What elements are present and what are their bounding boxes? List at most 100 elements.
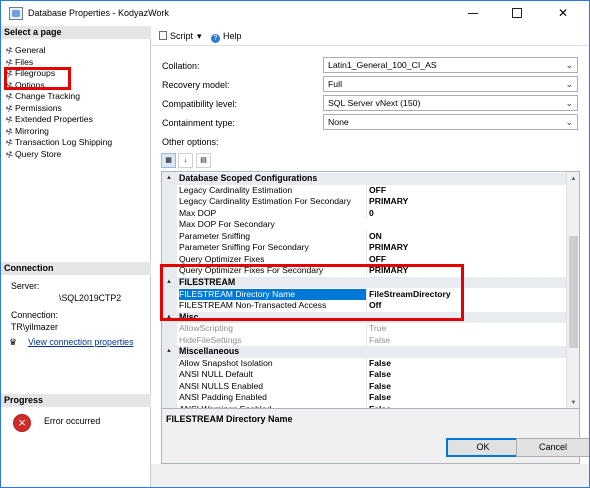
property-name: HideFileSettings xyxy=(179,334,242,345)
minimize-icon xyxy=(468,13,478,14)
property-pages-button[interactable]: ▤ xyxy=(196,153,211,168)
category-row[interactable]: ▲ Database Scoped Configurations xyxy=(162,173,567,185)
compatibility-level-select[interactable]: SQL Server vNext (150) ⌄ xyxy=(323,95,578,111)
page-item[interactable]: ⚒General xyxy=(4,44,46,57)
property-value[interactable]: 0 xyxy=(366,207,567,219)
property-row[interactable]: ANSI NULLS Enabled False xyxy=(162,380,567,393)
property-row[interactable]: Parameter Sniffing For Secondary PRIMARY xyxy=(162,242,567,254)
collapse-icon[interactable]: ▲ xyxy=(166,313,174,322)
page-item[interactable]: ⚒Change Tracking xyxy=(4,90,80,103)
category-row[interactable]: ▲ Misc xyxy=(162,311,567,324)
recovery-model-select[interactable]: Full ⌄ xyxy=(323,76,578,92)
category-row[interactable]: ▲ Miscellaneous xyxy=(162,346,567,358)
server-value: \SQL2019CTP2 xyxy=(59,293,122,303)
select-page-header: Select a page xyxy=(1,26,151,39)
script-dropdown-arrow[interactable]: ▾ xyxy=(197,30,202,42)
property-row[interactable]: Legacy Cardinality Estimation OFF xyxy=(162,184,567,197)
property-row[interactable]: ANSI Padding Enabled False xyxy=(162,392,567,404)
page-item-label: Transaction Log Shipping xyxy=(15,137,113,148)
property-name: Legacy Cardinality Estimation For Second… xyxy=(179,196,351,207)
property-value[interactable]: False xyxy=(366,380,567,392)
alphabetical-sort-button[interactable]: ↓ xyxy=(178,153,193,168)
property-row[interactable]: Allow Snapshot Isolation False xyxy=(162,357,567,370)
property-name: ANSI NULLS Enabled xyxy=(179,380,264,391)
scroll-up-icon[interactable]: ▲ xyxy=(569,175,578,183)
property-row[interactable]: HideFileSettings False xyxy=(162,334,567,347)
page-selector-pane: Select a page ⚒General ⚒Files ⚒Filegroups ⚒… xyxy=(1,26,151,487)
page-item-label: Query Store xyxy=(15,148,62,159)
chevron-down-icon: ⌄ xyxy=(565,117,573,127)
property-row[interactable]: Query Optimizer Fixes OFF xyxy=(162,253,567,266)
property-row[interactable]: ANSI NULL Default False xyxy=(162,369,567,381)
scrollbar-thumb[interactable] xyxy=(569,236,578,348)
property-row[interactable]: Max DOP 0 xyxy=(162,207,567,220)
property-row[interactable]: Legacy Cardinality Estimation For Second… xyxy=(162,196,567,208)
page-item[interactable]: ⚒Extended Properties xyxy=(4,113,93,126)
property-value[interactable]: Off xyxy=(366,300,567,312)
connection-label: Connection: xyxy=(11,310,58,320)
page-item[interactable]: ⚒Permissions xyxy=(4,102,62,115)
property-value[interactable]: False xyxy=(366,392,567,404)
collapse-icon[interactable]: ▲ xyxy=(166,278,174,287)
property-row[interactable]: Parameter Sniffing ON xyxy=(162,230,567,243)
compatibility-level-label: Compatibility level: xyxy=(162,99,238,109)
property-name: AllowScripting xyxy=(179,323,233,334)
help-label: Help xyxy=(223,31,242,41)
property-value[interactable]: False xyxy=(366,369,567,381)
collapse-icon[interactable]: ▲ xyxy=(166,347,174,356)
page-item-label: General xyxy=(15,45,46,55)
property-name: FILESTREAM Directory Name xyxy=(179,288,366,300)
maximize-button[interactable] xyxy=(495,1,539,26)
collation-select[interactable]: Latin1_General_100_CI_AS ⌄ xyxy=(323,57,578,73)
collation-value: Latin1_General_100_CI_AS xyxy=(328,60,437,70)
property-value[interactable]: PRIMARY xyxy=(366,265,567,277)
page-item[interactable]: ⚒Query Store xyxy=(4,148,62,161)
containment-type-select[interactable]: None ⌄ xyxy=(323,114,578,130)
property-grid-scrollbar[interactable]: ▲ ▼ xyxy=(566,172,579,408)
property-row[interactable]: Max DOP For Secondary xyxy=(162,219,567,231)
ok-button[interactable]: OK xyxy=(446,438,520,457)
page-item-label: Options xyxy=(15,79,45,90)
other-options-label: Other options: xyxy=(162,137,219,147)
page-item[interactable]: ⚒Transaction Log Shipping xyxy=(4,136,113,149)
page-item[interactable]: ⚒Files xyxy=(4,56,33,69)
view-connection-properties-link[interactable]: View connection properties xyxy=(28,337,133,347)
property-value[interactable]: OFF xyxy=(366,184,567,196)
category-row[interactable]: ▲ FILESTREAM xyxy=(162,276,567,289)
people-icon: ♛ xyxy=(9,337,18,347)
property-value[interactable]: ON xyxy=(366,230,567,242)
property-name: FILESTREAM Non-Transacted Access xyxy=(179,300,327,311)
chevron-down-icon: ⌄ xyxy=(565,60,573,70)
property-name: Parameter Sniffing For Secondary xyxy=(179,242,309,253)
property-value[interactable]: False xyxy=(366,334,567,346)
property-row[interactable]: Query Optimizer Fixes For Secondary PRIMA… xyxy=(162,265,567,277)
property-value[interactable]: OFF xyxy=(366,253,567,265)
other-options-property-grid[interactable]: ▲ Database Scoped Configurations Legacy Ca… xyxy=(161,171,580,409)
property-value[interactable]: True xyxy=(366,323,567,335)
dialog-footer xyxy=(151,464,589,487)
collapse-icon[interactable]: ▲ xyxy=(166,174,174,183)
property-name: Parameter Sniffing xyxy=(179,230,251,241)
property-value[interactable]: FileStreamDirectory xyxy=(366,288,567,300)
property-row[interactable]: FILESTREAM Directory Name FileStreamDirec… xyxy=(162,288,567,301)
close-button[interactable]: ✕ xyxy=(541,1,585,26)
property-name: Query Optimizer Fixes xyxy=(179,253,265,264)
script-button[interactable]: Script xyxy=(159,30,193,42)
page-item[interactable]: ⚒Mirroring xyxy=(4,125,49,138)
scroll-down-icon[interactable]: ▼ xyxy=(569,399,578,407)
page-item-label: Change Tracking xyxy=(15,91,80,102)
property-value[interactable]: PRIMARY xyxy=(366,242,567,254)
cancel-button[interactable]: Cancel xyxy=(516,438,589,457)
minimize-button[interactable] xyxy=(451,1,495,26)
property-value[interactable]: PRIMARY xyxy=(366,196,567,208)
database-properties-window: Database Properties - KodyazWork ✕ Selec… xyxy=(0,0,590,488)
categorized-view-button[interactable]: ▦ xyxy=(161,153,176,168)
property-row[interactable]: FILESTREAM Non-Transacted Access Off xyxy=(162,300,567,312)
page-item[interactable]: ⚒Filegroups xyxy=(4,67,55,80)
help-button[interactable]: ? Help xyxy=(211,30,242,43)
property-name: ANSI Padding Enabled xyxy=(179,392,267,403)
main-pane: Script ▾ ? Help Collation: Latin1_General… xyxy=(151,26,589,487)
property-value[interactable]: False xyxy=(366,357,567,369)
page-item-label: Permissions xyxy=(15,102,62,113)
property-row[interactable]: AllowScripting True xyxy=(162,323,567,335)
